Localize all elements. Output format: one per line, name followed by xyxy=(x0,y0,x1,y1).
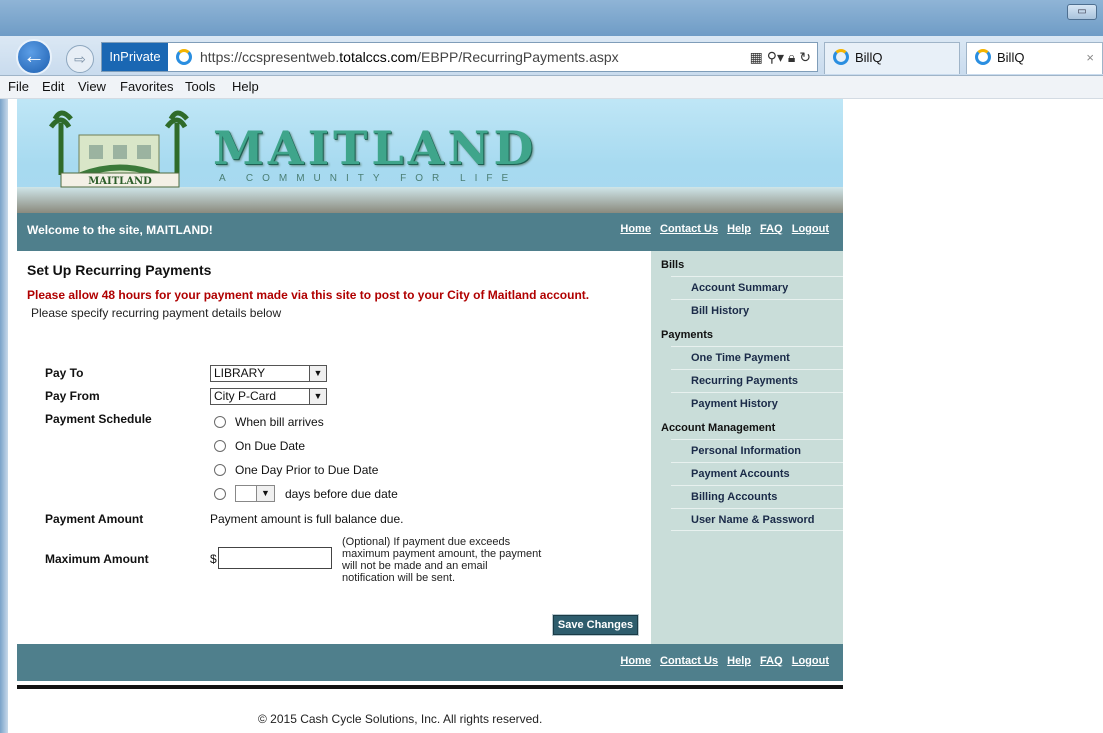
optional-note: (Optional) If payment due exceeds maximu… xyxy=(342,536,542,584)
main-content: Set Up Recurring Payments Please allow 4… xyxy=(17,251,651,644)
page-left-border xyxy=(0,99,8,733)
back-button[interactable]: ← xyxy=(16,39,52,75)
sidebar-heading-bills: Bills xyxy=(661,259,685,271)
welcome-text: Welcome to the site, MAITLAND! xyxy=(27,223,213,237)
welcome-bar: Welcome to the site, MAITLAND! Home Cont… xyxy=(17,213,843,251)
ie-tab-icon xyxy=(975,49,991,65)
menu-file[interactable]: File xyxy=(8,76,29,98)
window-titlebar: ▭ xyxy=(0,0,1103,36)
schedule-option-label: On Due Date xyxy=(235,439,306,453)
logo-text: MAITLAND xyxy=(88,176,152,187)
url-text[interactable]: https://ccspresentweb.totalccs.com/EBPP/… xyxy=(200,43,619,71)
sidebar-item-one-time-payment[interactable]: One Time Payment xyxy=(671,346,843,369)
currency-symbol: $ xyxy=(210,552,217,566)
chevron-down-icon: ▼ xyxy=(309,366,326,381)
header-link-contact[interactable]: Contact Us xyxy=(660,223,718,235)
address-bar[interactable]: InPrivate https://ccspresentweb.totalccs… xyxy=(101,42,818,72)
header-link-home[interactable]: Home xyxy=(620,223,651,235)
tab-billq-2[interactable]: BillQ × xyxy=(966,42,1103,74)
header-link-faq[interactable]: FAQ xyxy=(760,223,783,235)
menu-help[interactable]: Help xyxy=(232,76,259,98)
inprivate-badge: InPrivate xyxy=(102,43,168,71)
footer-link-help[interactable]: Help xyxy=(727,655,751,667)
menu-favorites[interactable]: Favorites xyxy=(120,76,173,98)
schedule-radio-days-before[interactable] xyxy=(214,488,226,500)
compatibility-icon[interactable]: ▦ xyxy=(750,49,763,65)
brand-tagline: A COMMUNITY FOR LIFE xyxy=(219,173,518,184)
sidebar: Bills Account Summary Bill History Payme… xyxy=(651,251,843,644)
schedule-option-label: days before due date xyxy=(285,487,398,501)
copyright-text: © 2015 Cash Cycle Solutions, Inc. All ri… xyxy=(258,712,543,726)
footer-link-home[interactable]: Home xyxy=(620,655,651,667)
payment-schedule-label: Payment Schedule xyxy=(45,412,152,426)
sidebar-item-payment-accounts[interactable]: Payment Accounts xyxy=(671,462,843,485)
address-actions: ▦ ⚲▾ 🔒︎ ↻ xyxy=(750,43,811,71)
tab-label: BillQ xyxy=(855,50,883,65)
footer-link-faq[interactable]: FAQ xyxy=(760,655,783,667)
sidebar-heading-payments: Payments xyxy=(661,329,713,341)
sidebar-item-account-summary[interactable]: Account Summary xyxy=(671,276,843,299)
footer-link-contact[interactable]: Contact Us xyxy=(660,655,718,667)
save-changes-button[interactable]: Save Changes xyxy=(552,614,639,636)
pay-to-label: Pay To xyxy=(45,366,84,380)
site: MAITLAND MAITLAND A COMMUNITY FOR LIFE W… xyxy=(17,99,843,689)
sidebar-heading-account-management: Account Management xyxy=(661,422,776,434)
footer-bar: Home Contact Us Help FAQ Logout xyxy=(17,644,843,681)
close-tab-icon[interactable]: × xyxy=(1086,43,1094,73)
ie-page-icon xyxy=(176,49,192,65)
lock-icon[interactable]: 🔒︎ xyxy=(788,49,795,65)
sidebar-item-username-password[interactable]: User Name & Password xyxy=(671,508,843,531)
brand-title: MAITLAND xyxy=(213,121,538,175)
schedule-option-label: One Day Prior to Due Date xyxy=(235,463,379,477)
menu-bar: File Edit View Favorites Tools Help xyxy=(0,76,1103,99)
days-before-select[interactable]: ▼ xyxy=(235,485,275,502)
sidebar-item-personal-information[interactable]: Personal Information xyxy=(671,439,843,462)
header-links: Home Contact Us Help FAQ Logout xyxy=(614,223,829,235)
menu-view[interactable]: View xyxy=(78,76,106,98)
header-link-help[interactable]: Help xyxy=(727,223,751,235)
chevron-down-icon: ▼ xyxy=(256,486,274,501)
banner: MAITLAND MAITLAND A COMMUNITY FOR LIFE xyxy=(17,99,843,213)
window-restore-button[interactable]: ▭ xyxy=(1067,4,1097,20)
sidebar-item-billing-accounts[interactable]: Billing Accounts xyxy=(671,485,843,508)
sidebar-item-bill-history[interactable]: Bill History xyxy=(671,299,843,322)
refresh-icon[interactable]: ↻ xyxy=(799,49,811,65)
footer-links: Home Contact Us Help FAQ Logout xyxy=(614,655,829,667)
footer-divider xyxy=(17,685,843,689)
maximum-amount-input[interactable] xyxy=(218,547,332,569)
page-title: Set Up Recurring Payments xyxy=(27,262,212,278)
instructions-text: Please specify recurring payment details… xyxy=(31,306,282,320)
menu-edit[interactable]: Edit xyxy=(42,76,64,98)
tab-label: BillQ xyxy=(997,50,1025,65)
address-row: ← ⇨ InPrivate https://ccspresentweb.tota… xyxy=(0,36,1103,76)
pay-from-value: City P-Card xyxy=(214,389,277,403)
schedule-option-label: When bill arrives xyxy=(235,415,324,429)
footer-link-logout[interactable]: Logout xyxy=(792,655,829,667)
forward-button[interactable]: ⇨ xyxy=(66,45,94,73)
search-icon[interactable]: ⚲▾ xyxy=(767,49,784,65)
sidebar-item-recurring-payments[interactable]: Recurring Payments xyxy=(671,369,843,392)
schedule-radio-one-day-prior[interactable] xyxy=(214,464,226,476)
menu-tools[interactable]: Tools xyxy=(185,76,215,98)
payment-amount-label: Payment Amount xyxy=(45,512,144,526)
pay-from-label: Pay From xyxy=(45,389,100,403)
tab-billq-1[interactable]: BillQ xyxy=(824,42,960,74)
posting-notice: Please allow 48 hours for your payment m… xyxy=(27,288,590,302)
payment-amount-text: Payment amount is full balance due. xyxy=(210,512,404,526)
sidebar-item-payment-history[interactable]: Payment History xyxy=(671,392,843,415)
pay-to-value: LIBRARY xyxy=(214,366,266,380)
maitland-logo: MAITLAND xyxy=(48,110,189,188)
pay-from-select[interactable]: City P-Card ▼ xyxy=(210,388,327,405)
schedule-radio-when-bill-arrives[interactable] xyxy=(214,416,226,428)
chevron-down-icon: ▼ xyxy=(309,389,326,404)
pay-to-select[interactable]: LIBRARY ▼ xyxy=(210,365,327,382)
maximum-amount-label: Maximum Amount xyxy=(45,552,149,566)
header-link-logout[interactable]: Logout xyxy=(792,223,829,235)
ie-tab-icon xyxy=(833,49,849,65)
schedule-radio-on-due-date[interactable] xyxy=(214,440,226,452)
